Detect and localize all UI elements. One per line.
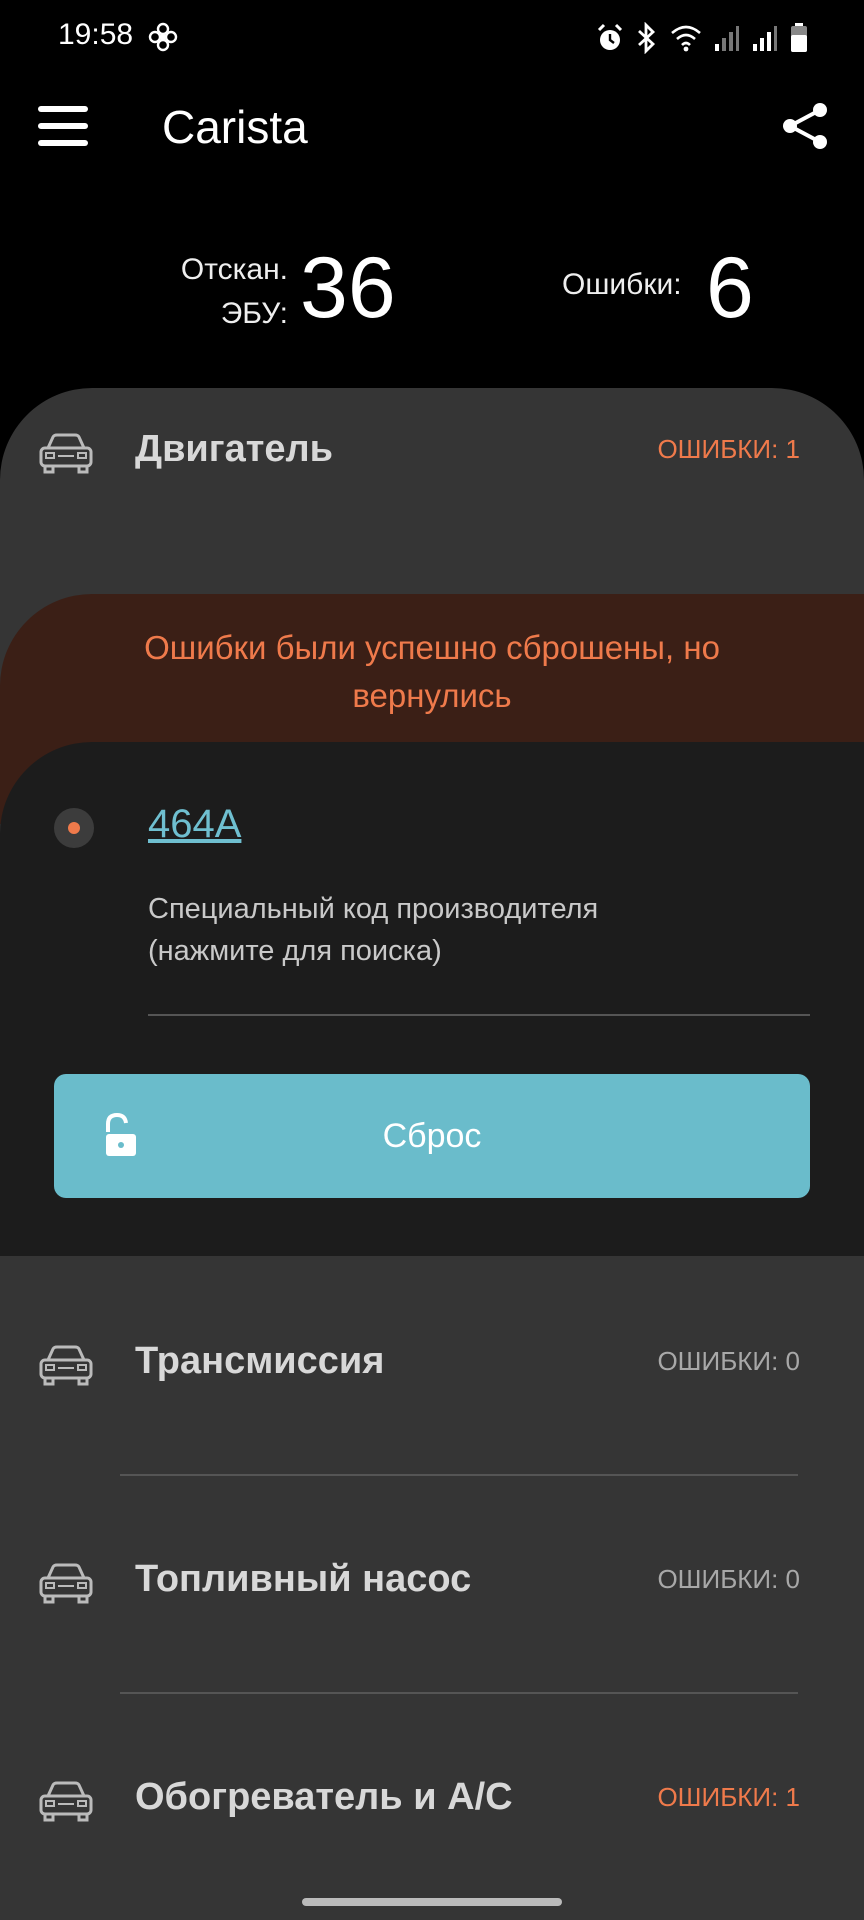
reset-button[interactable]: Сброс: [54, 1074, 810, 1198]
fan-icon: [148, 22, 178, 52]
reset-label: Сброс: [382, 1117, 482, 1155]
status-bar: 19:58: [0, 0, 864, 80]
section-label: Обогреватель и A/C: [135, 1776, 513, 1818]
section-transmission[interactable]: Трансмиссия ОШИБКИ: 0: [0, 1300, 864, 1430]
warning-text: Ошибки были успешно сброшены, но вернули…: [144, 629, 720, 714]
divider: [120, 1692, 798, 1694]
fault-code-link[interactable]: 464A: [148, 802, 241, 847]
share-icon[interactable]: [778, 98, 834, 154]
section-engine[interactable]: Двигатель ОШИБКИ: 1: [0, 388, 864, 518]
ecu-label: Отскан. ЭБУ:: [180, 253, 288, 330]
section-label: Топливный насос: [135, 1558, 472, 1600]
section-fuel-pump[interactable]: Топливный насос ОШИБКИ: 0: [0, 1518, 864, 1648]
section-error-count: ОШИБКИ: 1: [657, 1782, 800, 1812]
status-time: 19:58: [58, 18, 134, 51]
car-icon: [39, 433, 93, 474]
scan-stats: Отскан. ЭБУ: 36 Ошибки: 6: [0, 240, 864, 340]
sections-sheet: Двигатель ОШИБКИ: 1 Ошибки были успешно …: [0, 388, 864, 1920]
car-icon: [39, 1563, 93, 1604]
section-label: Трансмиссия: [135, 1340, 385, 1382]
app-bar: Carista: [0, 80, 864, 250]
app-title: Carista: [162, 101, 308, 153]
alarm-icon: [597, 23, 623, 50]
errors-label: Ошибки:: [562, 268, 682, 301]
car-icon: [39, 1345, 93, 1386]
battery-icon: [791, 23, 807, 52]
home-indicator[interactable]: [302, 1898, 562, 1906]
fault-description[interactable]: Специальный код производителя (нажмите д…: [148, 888, 788, 972]
ecu-count: 36: [300, 240, 396, 336]
signal-icon: [753, 26, 777, 51]
signal-icon: [715, 26, 739, 51]
menu-button[interactable]: [36, 98, 92, 154]
divider: [120, 1474, 798, 1476]
section-error-count: ОШИБКИ: 0: [657, 1346, 800, 1376]
fault-panel: 464A Специальный код производителя (нажм…: [0, 742, 864, 1256]
status-icons: [596, 18, 808, 58]
fault-indicator-icon: [54, 808, 94, 848]
menu-icon: [38, 106, 88, 112]
wifi-icon: [671, 25, 701, 52]
divider: [148, 1014, 810, 1016]
section-heater-ac[interactable]: Обогреватель и A/C ОШИБКИ: 1: [0, 1736, 864, 1866]
section-error-count: ОШИБКИ: 1: [657, 434, 800, 464]
section-error-count: ОШИБКИ: 0: [657, 1564, 800, 1594]
car-icon: [39, 1781, 93, 1822]
section-label: Двигатель: [135, 428, 333, 470]
errors-count: 6: [706, 240, 754, 336]
bluetooth-icon: [638, 22, 656, 54]
